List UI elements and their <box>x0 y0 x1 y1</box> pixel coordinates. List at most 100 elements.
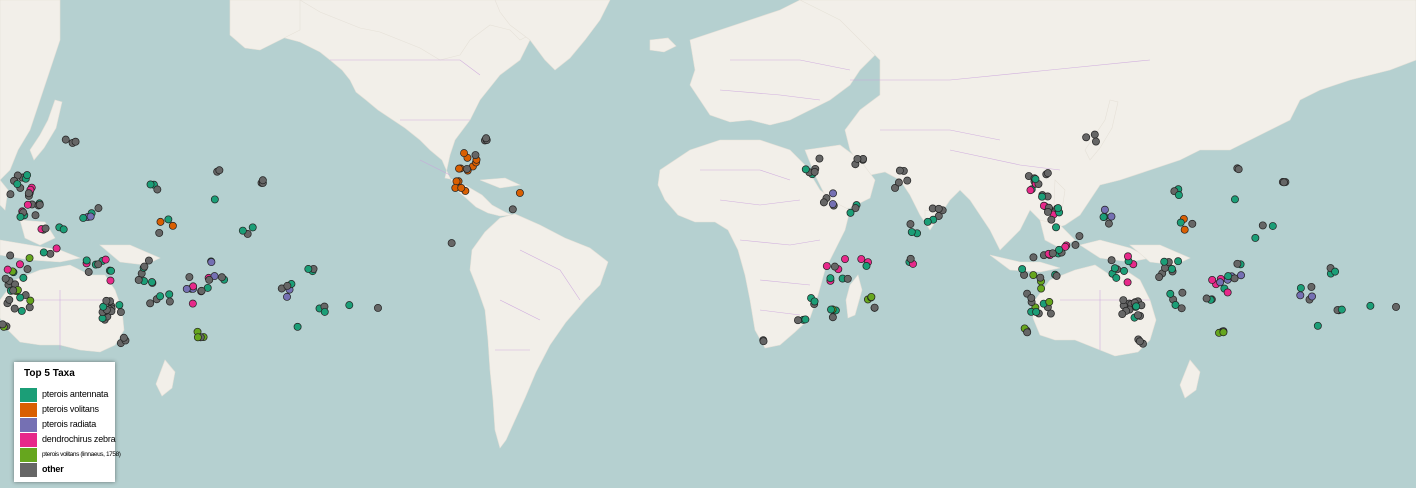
occurrence-marker[interactable] <box>870 303 879 312</box>
occurrence-marker[interactable] <box>3 265 12 274</box>
occurrence-marker[interactable] <box>815 154 824 163</box>
occurrence-marker[interactable] <box>1047 215 1056 224</box>
occurrence-marker[interactable] <box>810 297 819 306</box>
occurrence-marker[interactable] <box>119 333 128 342</box>
occurrence-marker[interactable] <box>822 262 831 271</box>
occurrence-marker[interactable] <box>146 299 155 308</box>
occurrence-marker[interactable] <box>23 171 32 180</box>
occurrence-marker[interactable] <box>1135 337 1144 346</box>
occurrence-marker[interactable] <box>894 178 903 187</box>
occurrence-marker[interactable] <box>452 177 461 186</box>
occurrence-marker[interactable] <box>1043 169 1052 178</box>
occurrence-marker[interactable] <box>1104 219 1113 228</box>
legend-item-dendrochirus-zebra[interactable]: dendrochirus zebra <box>20 433 116 447</box>
occurrence-marker[interactable] <box>1160 257 1169 266</box>
occurrence-marker[interactable] <box>1071 241 1080 249</box>
occurrence-marker[interactable] <box>182 285 191 293</box>
occurrence-marker[interactable] <box>153 185 162 194</box>
occurrence-marker[interactable] <box>801 165 810 174</box>
occurrence-marker[interactable] <box>374 303 382 312</box>
occurrence-marker[interactable] <box>6 190 15 199</box>
occurrence-marker[interactable] <box>25 303 34 312</box>
occurrence-marker[interactable] <box>1216 278 1225 287</box>
occurrence-marker[interactable] <box>193 333 202 342</box>
occurrence-marker[interactable] <box>155 228 164 237</box>
occurrence-marker[interactable] <box>903 176 912 185</box>
occurrence-marker[interactable] <box>102 296 111 305</box>
occurrence-marker[interactable] <box>1045 298 1054 306</box>
occurrence-marker[interactable] <box>106 276 115 285</box>
occurrence-marker[interactable] <box>46 249 55 258</box>
occurrence-marker[interactable] <box>828 313 837 322</box>
occurrence-marker[interactable] <box>1048 249 1057 258</box>
occurrence-marker[interactable] <box>71 137 80 146</box>
occurrence-marker[interactable] <box>82 256 91 265</box>
occurrence-marker[interactable] <box>115 301 124 310</box>
occurrence-marker[interactable] <box>1038 192 1046 201</box>
legend-item-pterois-volitans-linnaeus[interactable]: pterois volitans (linnaeus, 1758) <box>20 448 121 462</box>
occurrence-marker[interactable] <box>857 255 866 264</box>
occurrence-marker[interactable] <box>134 276 143 284</box>
occurrence-marker[interactable] <box>217 273 226 282</box>
occurrence-marker[interactable] <box>508 205 517 214</box>
occurrence-marker[interactable] <box>1027 294 1036 302</box>
occurrence-marker[interactable] <box>16 212 25 221</box>
occurrence-marker[interactable] <box>0 320 7 329</box>
occurrence-marker[interactable] <box>1134 311 1142 320</box>
occurrence-marker[interactable] <box>867 292 876 301</box>
occurrence-marker[interactable] <box>210 195 219 204</box>
legend-item-other[interactable]: other <box>20 463 115 477</box>
occurrence-marker[interactable] <box>1031 175 1040 184</box>
occurrence-marker[interactable] <box>1251 234 1260 242</box>
occurrence-marker[interactable] <box>843 274 852 283</box>
occurrence-marker[interactable] <box>862 262 871 270</box>
occurrence-marker[interactable] <box>61 135 70 144</box>
occurrence-marker[interactable] <box>801 315 810 324</box>
occurrence-marker[interactable] <box>1037 284 1046 293</box>
occurrence-marker[interactable] <box>1023 328 1032 337</box>
occurrence-marker[interactable] <box>17 307 26 315</box>
occurrence-marker[interactable] <box>1082 133 1091 142</box>
occurrence-marker[interactable] <box>107 266 115 275</box>
occurrence-marker[interactable] <box>41 224 50 233</box>
occurrence-marker[interactable] <box>39 248 48 257</box>
occurrence-marker[interactable] <box>283 281 292 290</box>
occurrence-marker[interactable] <box>31 211 40 220</box>
occurrence-marker[interactable] <box>205 275 214 284</box>
occurrence-marker[interactable] <box>1268 222 1277 230</box>
occurrence-marker[interactable] <box>1107 256 1116 265</box>
occurrence-marker[interactable] <box>1026 186 1035 195</box>
occurrence-marker[interactable] <box>841 255 849 263</box>
occurrence-marker[interactable] <box>1046 309 1055 318</box>
occurrence-marker[interactable] <box>482 134 491 143</box>
occurrence-marker[interactable] <box>84 268 93 276</box>
occurrence-marker[interactable] <box>1188 219 1197 228</box>
occurrence-marker[interactable] <box>52 244 61 253</box>
occurrence-marker[interactable] <box>165 297 174 306</box>
occurrence-marker[interactable] <box>101 255 110 264</box>
occurrence-marker[interactable] <box>1308 292 1316 301</box>
occurrence-marker[interactable] <box>1224 272 1233 281</box>
occurrence-marker[interactable] <box>846 208 855 217</box>
occurrence-marker[interactable] <box>1167 265 1176 273</box>
occurrence-marker[interactable] <box>447 239 456 248</box>
occurrence-marker[interactable] <box>147 278 156 287</box>
occurrence-marker[interactable] <box>26 296 35 305</box>
occurrence-marker[interactable] <box>1392 302 1400 311</box>
occurrence-marker[interactable] <box>1043 208 1052 216</box>
occurrence-marker[interactable] <box>156 217 165 226</box>
occurrence-marker[interactable] <box>188 299 197 308</box>
occurrence-marker[interactable] <box>6 251 15 260</box>
occurrence-marker[interactable] <box>1337 305 1346 314</box>
occurrence-marker[interactable] <box>827 305 835 314</box>
occurrence-marker[interactable] <box>23 265 32 274</box>
occurrence-marker[interactable] <box>16 293 25 302</box>
occurrence-marker[interactable] <box>1202 294 1211 303</box>
occurrence-marker[interactable] <box>759 337 768 346</box>
occurrence-marker[interactable] <box>140 262 149 271</box>
occurrence-marker[interactable] <box>463 164 471 173</box>
occurrence-marker[interactable] <box>1331 267 1340 276</box>
occurrence-marker[interactable] <box>1237 271 1245 280</box>
occurrence-marker[interactable] <box>94 204 103 213</box>
occurrence-marker[interactable] <box>1119 296 1128 305</box>
